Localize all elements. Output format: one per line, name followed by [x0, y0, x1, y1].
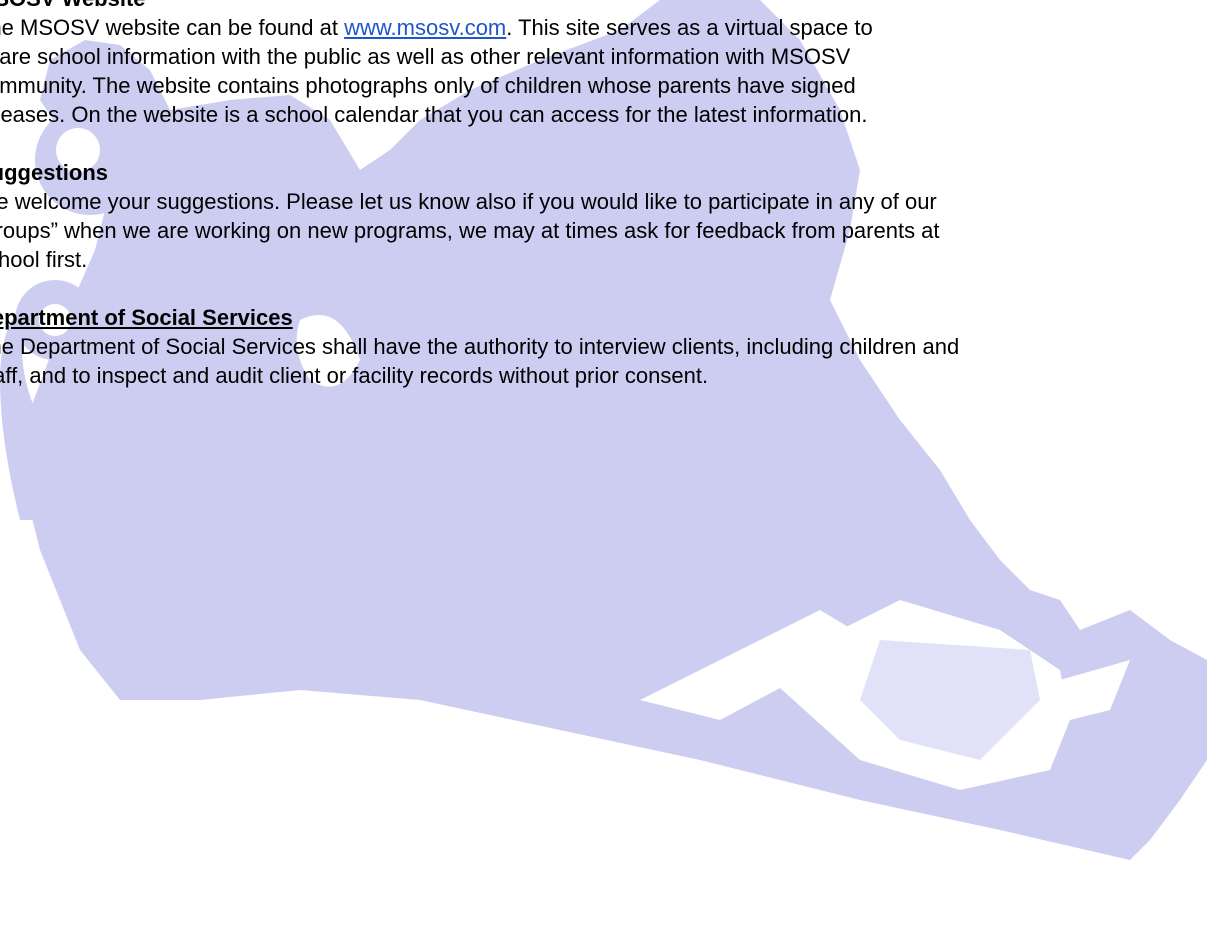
website-heading: MSOSV Website — [0, 0, 1207, 13]
dss-section: Department of Social Services The Depart… — [0, 303, 1207, 390]
website-link[interactable]: www.msosv.com — [344, 15, 506, 40]
dss-paragraph-line-2: staff, and to inspect and audit client o… — [0, 363, 709, 388]
dss-paragraph-line-1: The Department of Social Services shall … — [0, 334, 960, 359]
website-text-after-link: . This site serves as a virtual space to — [506, 15, 873, 40]
suggestions-heading: Suggestions — [0, 160, 109, 185]
suggestions-section: Suggestions We welcome your suggestions.… — [0, 158, 1207, 274]
suggestions-paragraph-line-3: school first. — [0, 247, 88, 272]
website-section: MSOSV Website The MSOSV website can be f… — [0, 0, 1207, 129]
dss-heading: Department of Social Services — [0, 305, 293, 330]
document-page: MSOSV Website The MSOSV website can be f… — [0, 0, 1207, 390]
website-paragraph-line-1: The MSOSV website can be found at www.ms… — [0, 13, 1207, 42]
website-paragraph-line-4: releases. On the website is a school cal… — [0, 102, 868, 127]
website-paragraph-line-3: community. The website contains photogra… — [0, 73, 856, 98]
website-paragraph-line-2: share school information with the public… — [0, 44, 851, 69]
suggestions-paragraph-line-1: We welcome your suggestions. Please let … — [0, 189, 937, 214]
website-text-before-link: The MSOSV website can be found at — [0, 15, 345, 40]
suggestions-paragraph-line-2: “groups” when we are working on new prog… — [0, 218, 940, 243]
